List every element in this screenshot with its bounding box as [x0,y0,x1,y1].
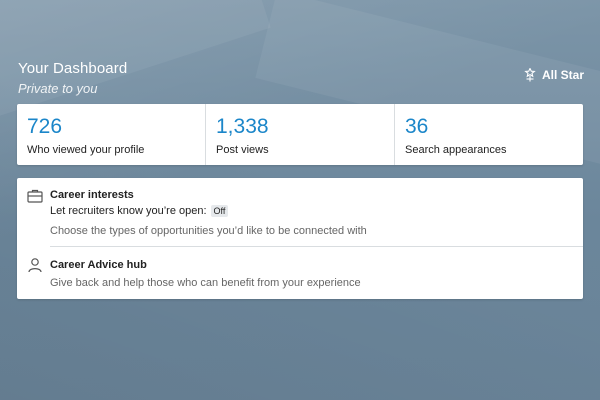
person-icon [28,258,42,273]
header-titles: Your Dashboard Private to you [18,60,127,96]
stat-label: Who viewed your profile [27,144,145,156]
career-advice-row[interactable]: Career Advice hub Give back and help tho… [17,247,583,299]
stats-card: 726 Who viewed your profile 1,338 Post v… [17,104,583,165]
stat-value: 1,338 [216,115,269,138]
dashboard-header: Your Dashboard Private to you All Star [18,60,584,96]
career-panel: Career interests Let recruiters know you… [17,178,583,299]
briefcase-icon [27,189,43,203]
stat-value: 36 [405,115,429,138]
page-subtitle: Private to you [18,81,98,96]
all-star-label: All Star [541,68,584,82]
career-interests-description: Choose the types of opportunities you’d … [50,225,367,237]
career-interests-title: Career interests [50,189,134,201]
recruiters-open-line: Let recruiters know you’re open: Off [50,205,229,217]
open-status-toggle[interactable]: Off [210,205,229,217]
stat-label: Post views [216,144,269,156]
stat-search-appearances[interactable]: 36 Search appearances [395,104,583,165]
recruiters-open-text: Let recruiters know you’re open: [50,205,207,217]
stat-label: Search appearances [405,144,507,156]
career-advice-description: Give back and help those who can benefit… [50,277,361,289]
stat-post-views[interactable]: 1,338 Post views [206,104,395,165]
page-title: Your Dashboard [18,60,128,77]
stat-profile-views[interactable]: 726 Who viewed your profile [17,104,206,165]
career-advice-title: Career Advice hub [50,259,147,271]
career-interests-row[interactable]: Career interests Let recruiters know you… [17,178,583,246]
star-level-icon [524,68,536,82]
all-star-badge[interactable]: All Star [524,68,584,82]
stat-value: 726 [27,115,63,138]
